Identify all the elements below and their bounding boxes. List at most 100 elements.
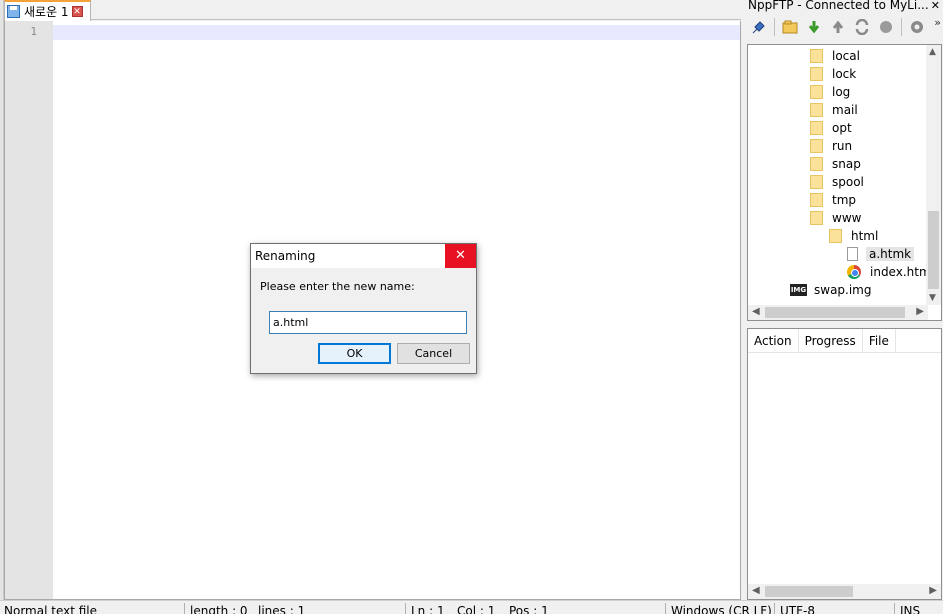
status-lines: lines : 1: [258, 604, 306, 614]
folder-icon: [810, 139, 823, 153]
scrollbar-thumb[interactable]: [765, 586, 853, 597]
dialog-title: Renaming: [255, 249, 316, 263]
tree-item[interactable]: html: [829, 227, 881, 245]
status-ln: Ln : 1: [411, 604, 445, 614]
status-pos: Pos : 1: [509, 604, 549, 614]
column-header-progress[interactable]: Progress: [799, 328, 863, 353]
column-header-file[interactable]: File: [863, 328, 896, 353]
tree-item[interactable]: tmp: [810, 191, 859, 209]
folder-icon: [810, 103, 823, 117]
folder-icon: [810, 85, 823, 99]
status-insert-mode: INS: [900, 604, 921, 614]
queue-horizontal-scrollbar[interactable]: ◀ ▶: [748, 584, 941, 599]
tree-vertical-scrollbar[interactable]: ▲ ▼: [926, 45, 941, 305]
tree-item[interactable]: www: [810, 209, 864, 227]
status-divider: [665, 603, 666, 614]
tree-item-label: spool: [832, 175, 864, 189]
status-divider: [894, 603, 895, 614]
dialog-titlebar[interactable]: Renaming ✕: [251, 244, 476, 268]
ftp-panel-close-icon[interactable]: ✕: [931, 0, 940, 12]
tree-horizontal-scrollbar[interactable]: ◀ ▶: [748, 305, 928, 320]
folder-icon: [810, 175, 823, 189]
status-bar: Normal text file length : 0 lines : 1 Ln…: [0, 600, 943, 614]
tree-item-selected[interactable]: a.htmk: [847, 245, 915, 263]
download-icon[interactable]: [805, 18, 823, 36]
tree-item[interactable]: run: [810, 137, 855, 155]
abort-icon[interactable]: [877, 18, 895, 36]
tree-item-label: local: [832, 49, 860, 63]
remote-file-tree[interactable]: local lock log mail opt run snap spool t…: [747, 44, 942, 321]
line-number-gutter: 1: [5, 21, 53, 599]
toolbar-separator: [901, 18, 902, 36]
tab-bar: 새로운 1 ✕: [4, 0, 742, 21]
folder-icon: [810, 67, 823, 81]
refresh-icon[interactable]: [853, 18, 871, 36]
tree-item-label: html: [851, 229, 879, 243]
tree-item[interactable]: lock: [810, 65, 859, 83]
scroll-down-icon[interactable]: ▼: [929, 293, 936, 303]
folder-icon: [810, 157, 823, 171]
tree-item[interactable]: log: [810, 83, 853, 101]
upload-icon[interactable]: [829, 18, 847, 36]
tree-item-label: lock: [832, 67, 857, 81]
column-header-action[interactable]: Action: [748, 328, 799, 353]
ok-button[interactable]: OK: [318, 343, 391, 364]
connect-icon[interactable]: [750, 18, 768, 36]
current-line-highlight: [53, 25, 740, 40]
scroll-left-icon[interactable]: ◀: [752, 306, 760, 317]
tree-item-label: a.htmk: [866, 247, 915, 261]
tree-item[interactable]: snap: [810, 155, 864, 173]
cancel-button[interactable]: Cancel: [397, 343, 470, 364]
disk-image-icon: IMG: [790, 284, 807, 296]
scroll-up-icon[interactable]: ▲: [929, 47, 936, 57]
save-state-icon: [7, 5, 20, 18]
new-name-input[interactable]: [269, 311, 467, 334]
tree-item[interactable]: opt: [810, 119, 855, 137]
file-icon: [847, 247, 858, 261]
toolbar-separator: [774, 18, 775, 36]
rename-dialog: Renaming ✕ Please enter the new name: OK…: [250, 243, 477, 374]
tree-item-label: log: [832, 85, 851, 99]
nppftp-panel: NppFTP - Connected to MyLi... ✕ » local …: [746, 0, 943, 600]
tree-item[interactable]: index.html: [847, 263, 937, 281]
transfer-queue-list[interactable]: Action Progress File ◀ ▶: [747, 328, 942, 600]
status-length: length : 0: [190, 604, 248, 614]
folder-icon: [810, 49, 823, 63]
folder-icon: [829, 229, 842, 243]
tree-item[interactable]: mail: [810, 101, 861, 119]
status-col: Col : 1: [457, 604, 496, 614]
scrollbar-thumb[interactable]: [765, 307, 905, 318]
folder-icon: [810, 193, 823, 207]
tree-item-label: opt: [832, 121, 852, 135]
ftp-toolbar: [746, 14, 943, 40]
toolbar-overflow-icon[interactable]: »: [934, 16, 941, 29]
settings-icon[interactable]: [908, 18, 926, 36]
status-divider: [405, 603, 406, 614]
chrome-icon: [847, 265, 861, 279]
folder-icon: [810, 211, 823, 225]
tab-close-icon[interactable]: ✕: [71, 6, 83, 17]
line-number: 1: [30, 25, 37, 38]
folder-icon: [810, 121, 823, 135]
dialog-prompt: Please enter the new name:: [260, 280, 415, 293]
open-dir-icon[interactable]: [781, 18, 799, 36]
tab-label: 새로운 1: [24, 5, 69, 19]
tree-item-label: tmp: [832, 193, 857, 207]
scroll-right-icon[interactable]: ▶: [916, 306, 924, 317]
dialog-close-button[interactable]: ✕: [445, 244, 476, 268]
scroll-left-icon[interactable]: ◀: [752, 585, 760, 596]
status-file-type: Normal text file: [4, 604, 98, 614]
tree-item-label: mail: [832, 103, 858, 117]
tree-item-label: swap.img: [814, 283, 872, 297]
document-tab[interactable]: 새로운 1 ✕: [4, 0, 91, 21]
tree-item[interactable]: spool: [810, 173, 867, 191]
tree-item[interactable]: local: [810, 47, 863, 65]
status-encoding: UTF-8: [780, 604, 815, 614]
status-divider: [774, 603, 775, 614]
tree-item[interactable]: IMG swap.img: [790, 281, 875, 299]
status-divider: [184, 603, 185, 614]
scrollbar-thumb[interactable]: [928, 211, 939, 289]
tree-item-label: www: [832, 211, 862, 225]
ftp-panel-title: NppFTP - Connected to MyLi...: [748, 0, 928, 12]
scroll-right-icon[interactable]: ▶: [929, 585, 937, 596]
